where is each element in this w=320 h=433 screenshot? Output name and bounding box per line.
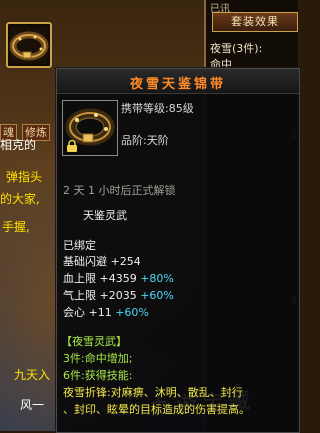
- stat-name: 基础闪避: [63, 255, 107, 268]
- tooltip-header: 夜雪天鉴锦带: [57, 69, 299, 94]
- item-tooltip: 夜雪天鉴锦带 携带等级:85级 品阶:天阶 2 天 1 小时后正式解锁 天鉴灵武…: [56, 68, 300, 433]
- set-bonus-3: 3件:命中增加;: [63, 352, 133, 365]
- item-name: 夜雪天鉴锦带: [129, 77, 226, 92]
- scene-text: 的大家,: [0, 192, 40, 206]
- unlock-countdown: 2 天 1 小时后正式解锁: [63, 184, 176, 197]
- grade-value: 天阶: [146, 134, 169, 147]
- set-name: 天鉴灵武: [83, 209, 127, 222]
- set-effect-title: 套装效果: [212, 12, 298, 32]
- belt-icon: [9, 31, 49, 61]
- stat-row: 气上限 +2035 +60%: [63, 289, 174, 302]
- carry-level-row: 携带等级:85级: [121, 102, 194, 115]
- set-header: 【夜雪灵武】: [61, 335, 127, 348]
- stat-value: +11: [88, 306, 112, 319]
- lock-icon: [67, 140, 77, 152]
- stat-row: 血上限 +4359 +80%: [63, 272, 174, 285]
- stat-value: +2035: [99, 289, 137, 302]
- stat-value: +4359: [99, 272, 137, 285]
- scene-text: 弹指头: [6, 170, 43, 184]
- carry-level-label: 携带等级:: [121, 102, 169, 115]
- scene-text: 手握,: [2, 220, 30, 234]
- set-bonus-6: 6件:获得技能:: [63, 369, 133, 382]
- scene-text: 相克的: [0, 138, 37, 152]
- stat-row: 会心 +11 +60%: [63, 306, 149, 319]
- stat-name: 血上限: [63, 272, 96, 285]
- grade-row: 品阶:天阶: [121, 134, 169, 147]
- stat-row: 基础闪避 +254: [63, 255, 141, 268]
- carry-level-value: 85级: [168, 102, 194, 115]
- set-effect-row: 夜雪(3件):: [210, 42, 263, 55]
- stat-value: +254: [110, 255, 141, 268]
- stat-name: 气上限: [63, 289, 96, 302]
- bound-status: 已绑定: [63, 239, 96, 252]
- item-icon-frame: [62, 100, 118, 156]
- stat-bonus: +80%: [140, 272, 174, 285]
- stat-name: 会心: [63, 306, 85, 319]
- belt-equipment-slot[interactable]: [6, 22, 52, 68]
- grade-label: 品阶:: [121, 134, 147, 147]
- scene-text: 九天入: [14, 368, 51, 382]
- stat-bonus: +60%: [140, 289, 174, 302]
- stat-bonus: +60%: [115, 306, 149, 319]
- scene-text: 风一: [20, 398, 45, 412]
